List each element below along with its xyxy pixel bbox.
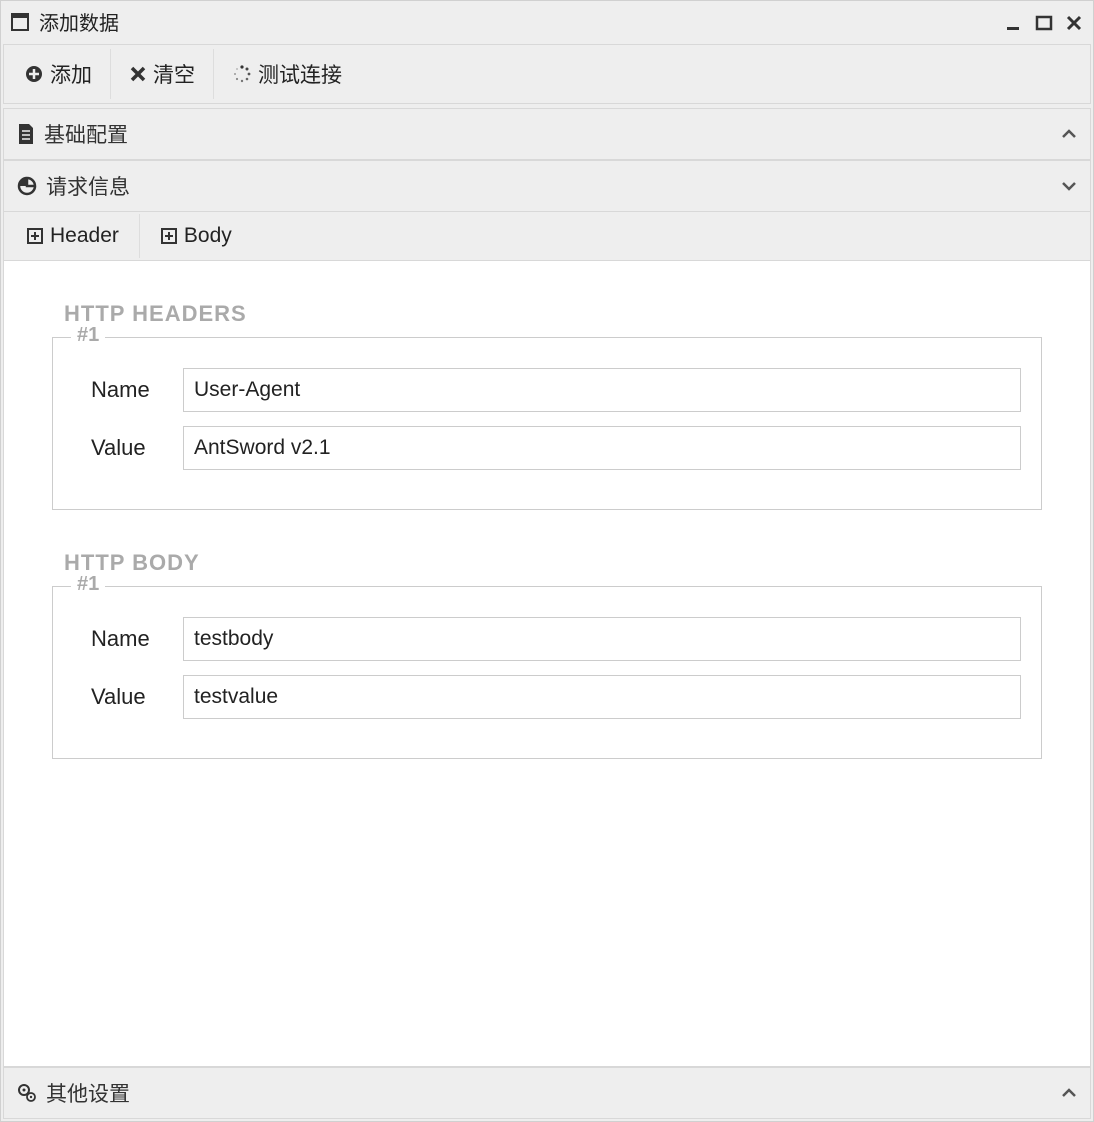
window-icon bbox=[11, 10, 29, 33]
window-controls bbox=[1005, 9, 1083, 35]
body-value-input[interactable] bbox=[183, 675, 1021, 719]
titlebar: 添加数据 bbox=[1, 1, 1093, 42]
fieldset-legend: #1 bbox=[71, 573, 105, 596]
add-body-label: Body bbox=[184, 224, 232, 248]
file-icon bbox=[16, 122, 36, 146]
form-row: Value bbox=[73, 426, 1021, 470]
other-settings-title: 其他设置 bbox=[46, 1078, 1060, 1108]
add-button[interactable]: 添加 bbox=[6, 49, 111, 99]
http-body-title: HTTP BODY bbox=[64, 550, 1050, 576]
window-title: 添加数据 bbox=[39, 7, 1005, 36]
add-body-button[interactable]: Body bbox=[140, 214, 252, 258]
request-info-title: 请求信息 bbox=[46, 171, 1060, 201]
clear-button-label: 清空 bbox=[153, 59, 195, 89]
name-label: Name bbox=[73, 377, 183, 403]
window-root: 添加数据 添加 清空 bbox=[0, 0, 1094, 1122]
content-area: HTTP HEADERS #1 Name Value HTTP BODY #1 bbox=[4, 261, 1090, 1066]
other-settings-header[interactable]: 其他设置 bbox=[3, 1067, 1091, 1119]
add-header-label: Header bbox=[50, 224, 119, 248]
form-row: Name bbox=[73, 617, 1021, 661]
body-fieldset-1: #1 Name Value bbox=[52, 586, 1042, 759]
form-row: Value bbox=[73, 675, 1021, 719]
minimize-button[interactable] bbox=[1005, 9, 1023, 35]
basic-config-title: 基础配置 bbox=[44, 119, 1060, 149]
chevron-up-icon bbox=[1060, 1082, 1078, 1105]
main-toolbar: 添加 清空 测试连接 bbox=[3, 44, 1091, 104]
chevron-up-icon bbox=[1060, 123, 1078, 146]
plus-square-icon bbox=[26, 224, 44, 248]
gears-icon bbox=[16, 1081, 38, 1105]
http-headers-title: HTTP HEADERS bbox=[64, 301, 1050, 327]
plus-square-icon bbox=[160, 224, 178, 248]
basic-config-header[interactable]: 基础配置 bbox=[3, 108, 1091, 160]
name-label: Name bbox=[73, 626, 183, 652]
plus-circle-icon bbox=[24, 62, 44, 86]
chevron-down-icon bbox=[1060, 175, 1078, 198]
request-info-body: Header Body HTTP HEADERS #1 Name bbox=[3, 212, 1091, 1067]
header-name-input[interactable] bbox=[183, 368, 1021, 412]
body-name-input[interactable] bbox=[183, 617, 1021, 661]
headers-fieldset-1: #1 Name Value bbox=[52, 337, 1042, 510]
add-button-label: 添加 bbox=[50, 59, 92, 89]
value-label: Value bbox=[73, 684, 183, 710]
value-label: Value bbox=[73, 435, 183, 461]
form-row: Name bbox=[73, 368, 1021, 412]
spinner-icon bbox=[232, 62, 252, 86]
fieldset-legend: #1 bbox=[71, 324, 105, 347]
maximize-button[interactable] bbox=[1035, 9, 1053, 35]
test-connection-label: 测试连接 bbox=[258, 59, 342, 89]
accordion-container: 基础配置 请求信息 Header bbox=[3, 108, 1091, 1119]
sub-toolbar: Header Body bbox=[4, 212, 1090, 261]
browser-icon bbox=[16, 174, 38, 198]
add-header-button[interactable]: Header bbox=[6, 214, 140, 258]
test-connection-button[interactable]: 测试连接 bbox=[214, 49, 360, 99]
clear-button[interactable]: 清空 bbox=[111, 49, 214, 99]
close-button[interactable] bbox=[1065, 9, 1083, 35]
header-value-input[interactable] bbox=[183, 426, 1021, 470]
close-icon bbox=[129, 62, 147, 86]
request-info-header[interactable]: 请求信息 bbox=[3, 160, 1091, 212]
